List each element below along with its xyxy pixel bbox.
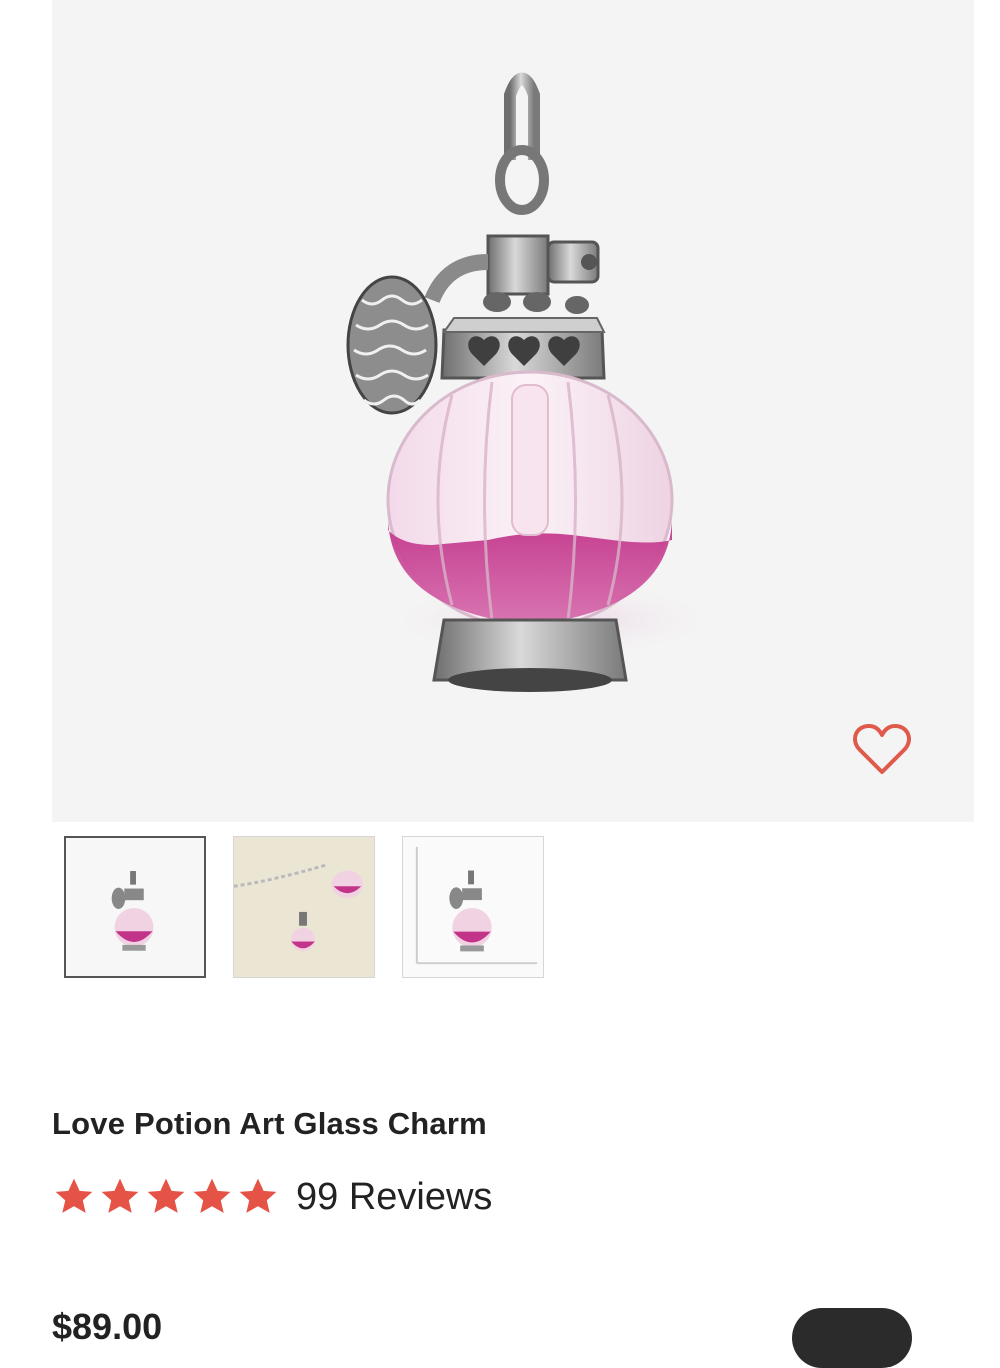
- heart-outline-icon[interactable]: [852, 722, 912, 778]
- star-icon: [193, 1178, 231, 1213]
- product-image-area[interactable]: [52, 0, 974, 822]
- reviews-link[interactable]: 99 Reviews: [296, 1176, 492, 1219]
- floating-action-button[interactable]: [792, 1308, 912, 1368]
- star-icon: [239, 1178, 277, 1213]
- thumbnail-image: [234, 837, 374, 977]
- thumbnail-image: [403, 837, 543, 977]
- product-title: Love Potion Art Glass Charm: [52, 1106, 487, 1141]
- star-icon: [147, 1178, 185, 1213]
- star-icon: [55, 1178, 93, 1213]
- star-icon: [101, 1178, 139, 1213]
- product-image: [346, 72, 722, 692]
- thumbnail-front-view[interactable]: [64, 836, 206, 978]
- product-rating[interactable]: 99 Reviews: [52, 1172, 492, 1222]
- product-price: $89.00: [52, 1306, 163, 1347]
- thumbnail-image: [66, 838, 204, 976]
- thumbnail-on-bracelet-view[interactable]: [233, 836, 375, 978]
- thumbnail-size-guide-view[interactable]: [402, 836, 544, 978]
- star-rating: [52, 1176, 282, 1218]
